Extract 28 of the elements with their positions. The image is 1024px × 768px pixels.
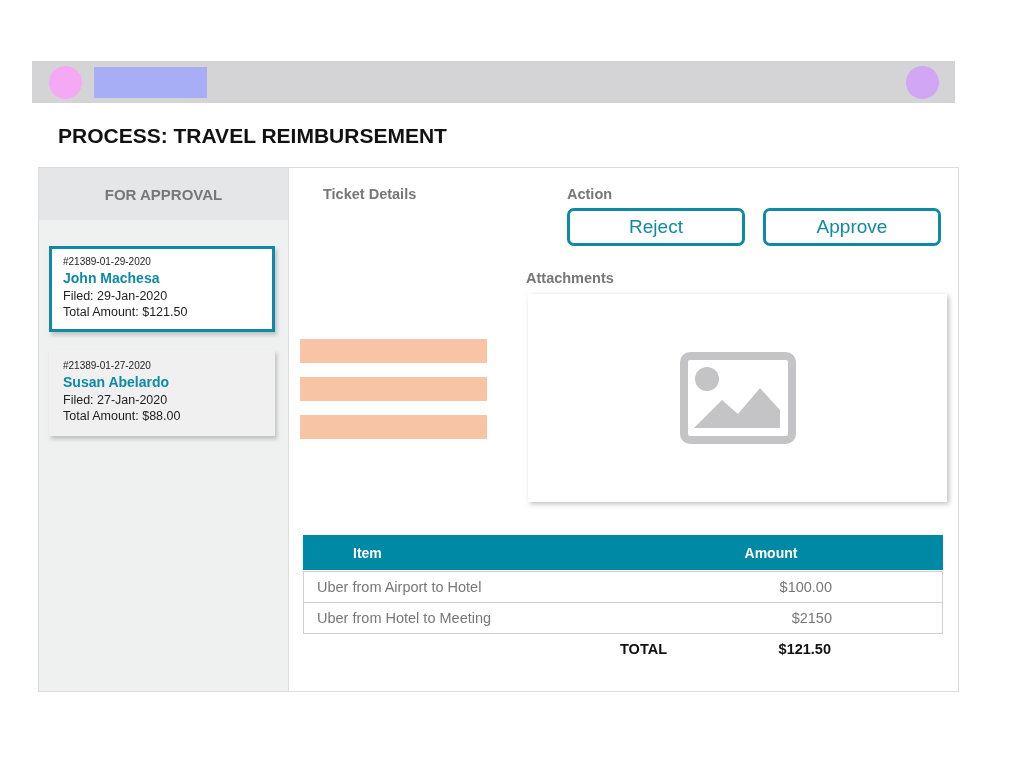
ticket-filed: Filed: 29-Jan-2020 bbox=[63, 288, 169, 304]
table-cell-text: Uber from Airport to Hotel bbox=[316, 579, 483, 595]
ticket-card[interactable]: #21389-01-29-2020 John Machesa Filed: 29-Jan-2020 Total Amount: $121.50 bbox=[49, 246, 275, 332]
total-value: $121.50 bbox=[777, 641, 831, 657]
section-heading: Attachments bbox=[526, 270, 615, 286]
column-header: Amount bbox=[743, 544, 799, 561]
table-cell-text: Uber from Hotel to Meeting bbox=[316, 610, 493, 626]
ticket-name: Susan Abelardo bbox=[63, 374, 171, 390]
action-button[interactable]: Approve bbox=[763, 208, 941, 246]
table-cell-text: $2150 bbox=[790, 610, 832, 626]
sidebar-heading: FOR APPROVAL bbox=[39, 168, 288, 220]
ticket-total: Total Amount: $88.00 bbox=[63, 408, 182, 424]
ticket-total: Total Amount: $121.50 bbox=[63, 304, 189, 320]
ticket-card[interactable]: #21389-01-27-2020 Susan Abelardo Filed: 27-Jan-2020 Total Amount: $88.00 bbox=[49, 350, 275, 436]
action-button[interactable]: Reject bbox=[567, 208, 745, 246]
avatar-circle bbox=[906, 65, 939, 99]
ticket-name: John Machesa bbox=[63, 270, 161, 286]
section-heading: Ticket Details bbox=[323, 186, 418, 202]
page-title: PROCESS: TRAVEL REIMBURSEMENT bbox=[58, 123, 448, 149]
column-header: Item bbox=[352, 544, 383, 561]
ticket-number: #21389-01-29-2020 bbox=[63, 256, 152, 267]
image-icon bbox=[679, 352, 796, 444]
ticket-number: #21389-01-27-2020 bbox=[63, 360, 152, 371]
avatar-circle bbox=[49, 65, 82, 99]
ticket-filed: Filed: 27-Jan-2020 bbox=[63, 392, 169, 408]
table-cell-text: $100.00 bbox=[778, 579, 832, 595]
section-heading: Action bbox=[567, 186, 614, 202]
total-label: TOTAL bbox=[619, 641, 668, 657]
